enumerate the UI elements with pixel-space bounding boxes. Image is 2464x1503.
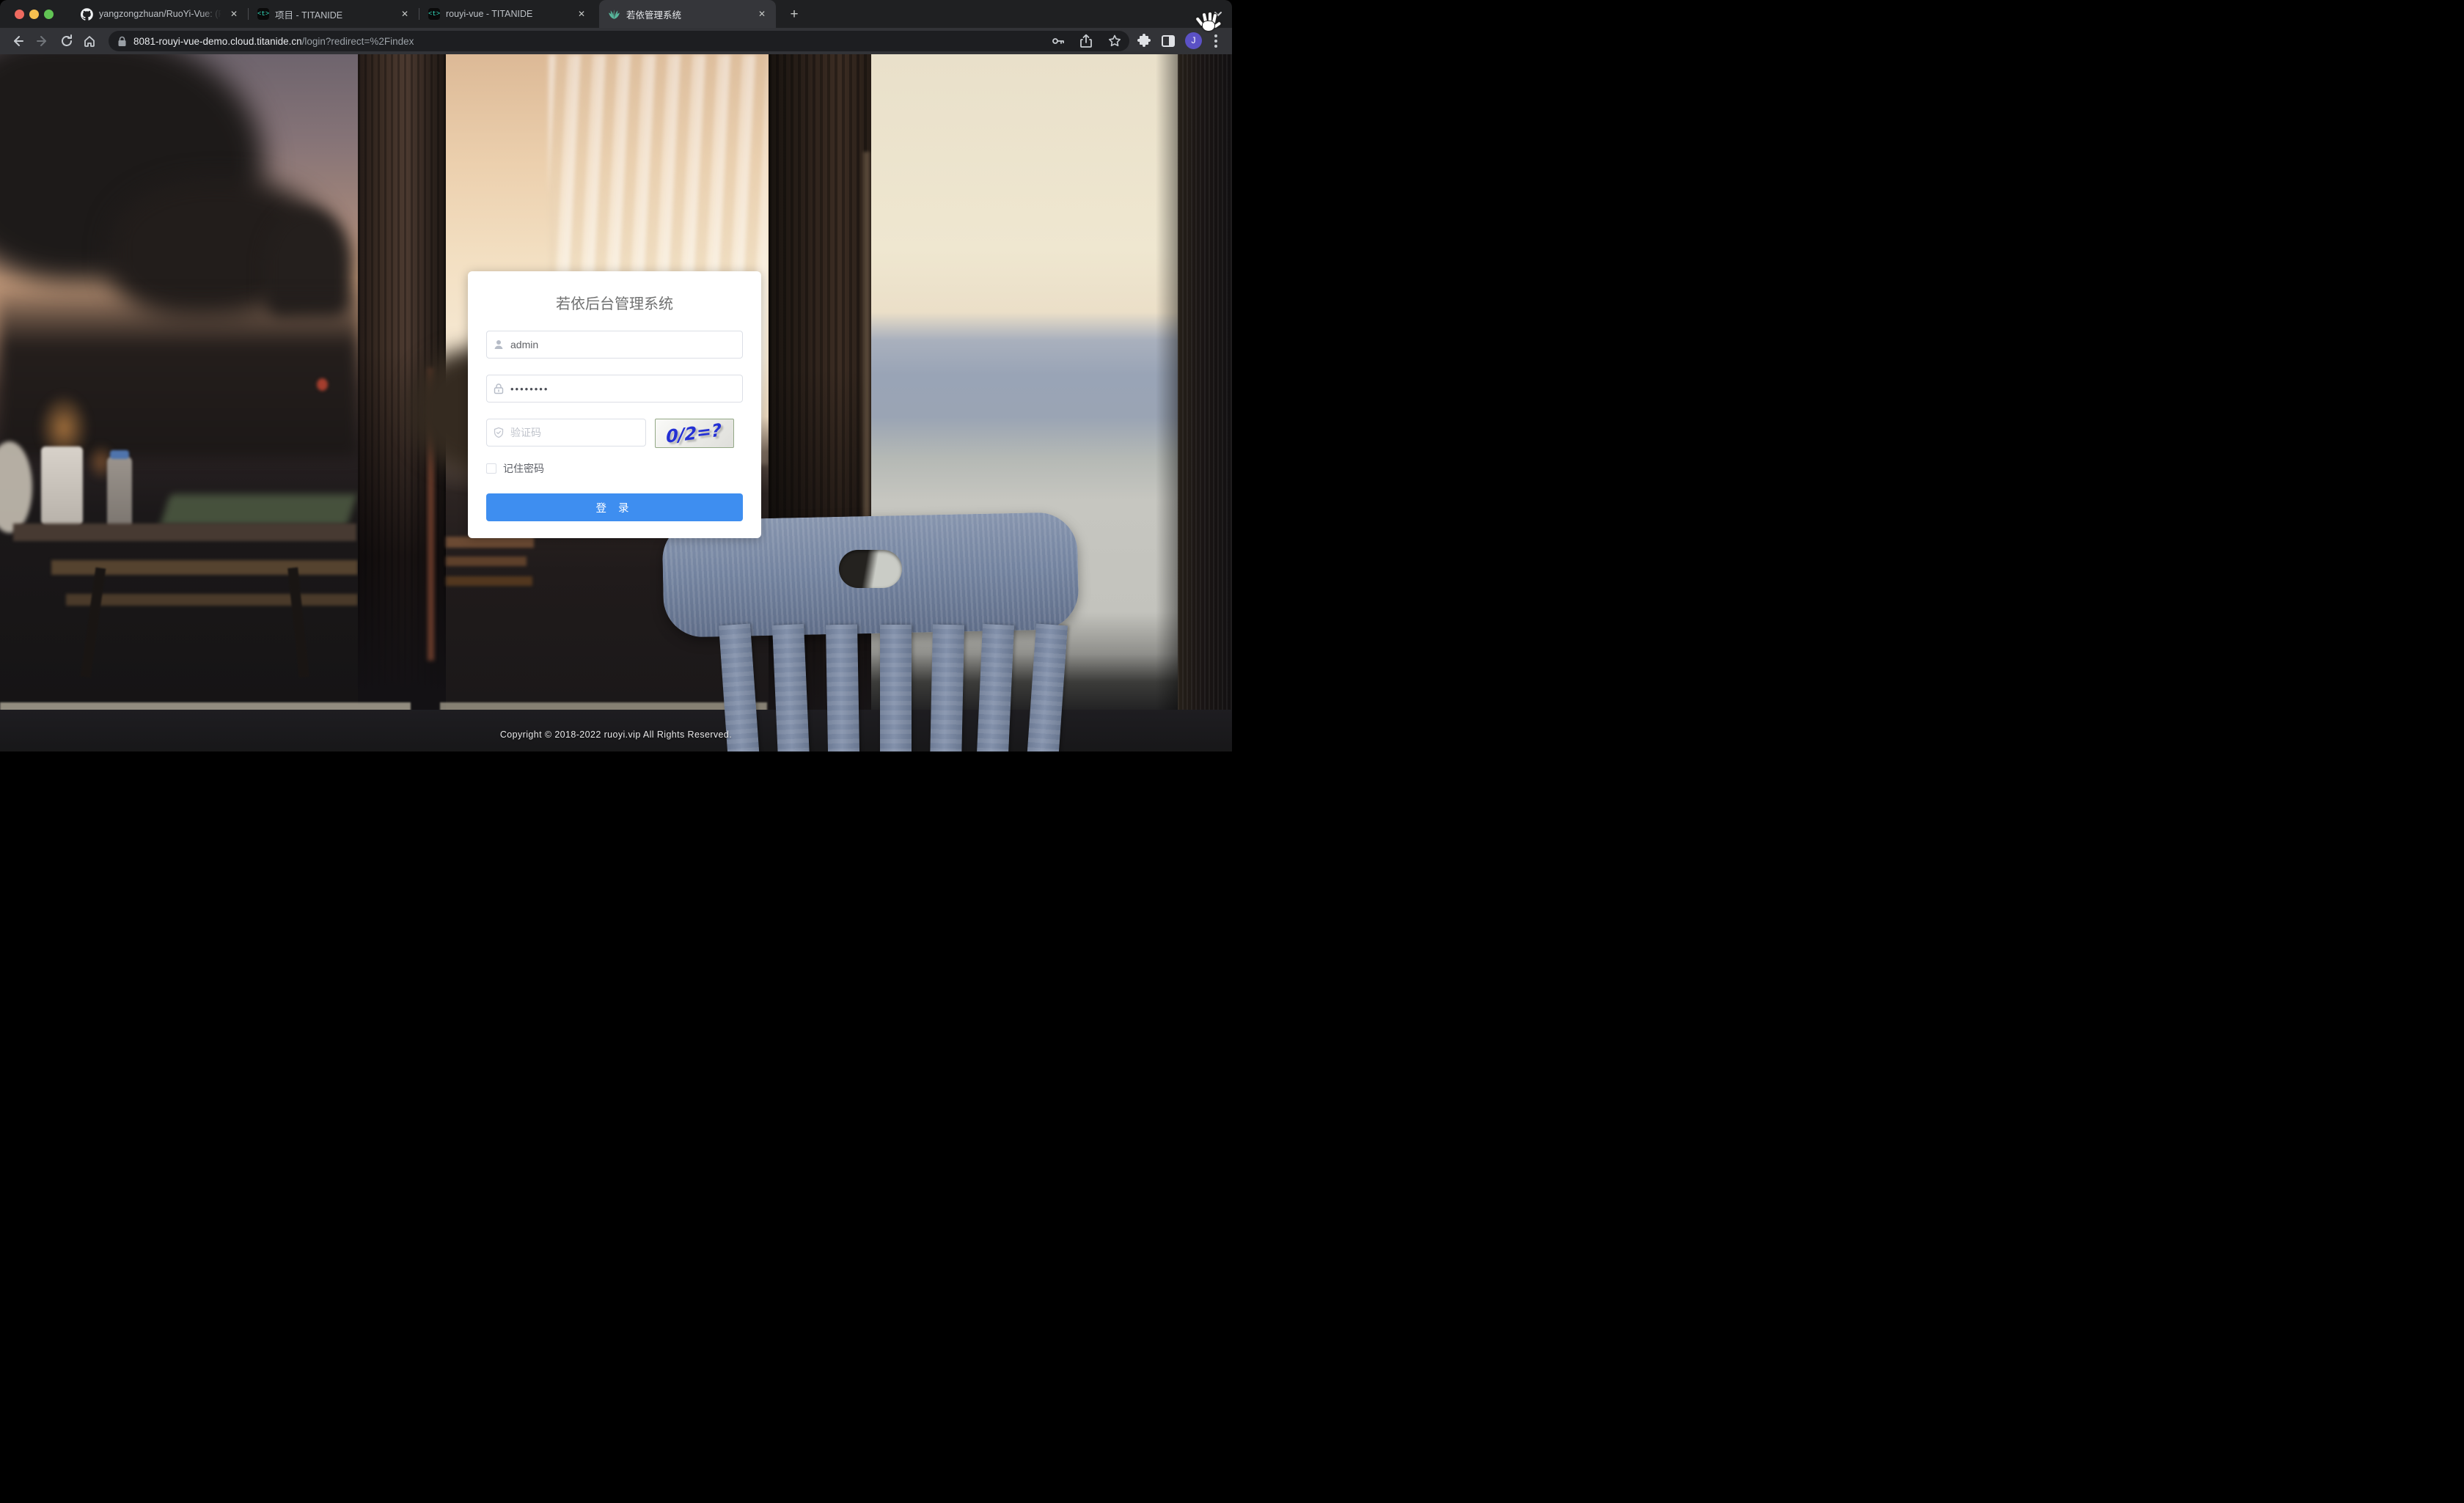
- tab-strip: yangzongzhuan/RuoYi-Vue: (Ru ✕ <t> 项目 - …: [0, 0, 1232, 28]
- login-title: 若依后台管理系统: [486, 292, 743, 313]
- login-card: 若依后台管理系统: [468, 271, 761, 538]
- tab-ruoyi-active[interactable]: 若依管理系统 ✕: [599, 0, 776, 28]
- remember-row: 记住密码: [486, 461, 743, 476]
- hand-cursor: [1195, 11, 1220, 36]
- home-button[interactable]: [81, 32, 98, 50]
- login-button[interactable]: 登 录: [486, 493, 743, 521]
- github-icon: [81, 8, 93, 21]
- url-path: /login?redirect=%2Findex: [302, 36, 414, 47]
- password-input[interactable]: [486, 375, 743, 403]
- tab-close-icon[interactable]: ✕: [755, 7, 769, 21]
- tab-label: yangzongzhuan/RuoYi-Vue: (Ru: [99, 9, 221, 19]
- macos-minimize-button[interactable]: [29, 10, 39, 19]
- map-on-table: [160, 494, 357, 526]
- wood-frame-right: [1178, 54, 1232, 752]
- captcha-field-wrap: [486, 419, 646, 447]
- url-host: 8081-rouyi-vue-demo.cloud.titanide.cn: [133, 36, 302, 47]
- tab-close-icon[interactable]: ✕: [575, 7, 588, 21]
- copyright-footer: Copyright © 2018-2022 ruoyi.vip All Righ…: [0, 730, 1232, 740]
- remember-label: 记住密码: [503, 461, 544, 476]
- captcha-row: 0/2=? 0/2=?: [486, 419, 743, 448]
- password-key-icon[interactable]: [1050, 34, 1065, 48]
- wooden-chair: [660, 515, 1085, 752]
- shield-check-icon: [493, 427, 505, 438]
- bottle: [107, 456, 132, 529]
- bench-slat: [446, 556, 527, 566]
- tab-github[interactable]: yangzongzhuan/RuoYi-Vue: (Ru ✕: [72, 0, 248, 28]
- forward-button[interactable]: [34, 32, 51, 50]
- password-field-wrap: [486, 375, 743, 403]
- tab-close-icon[interactable]: ✕: [227, 7, 241, 21]
- new-tab-button[interactable]: +: [785, 5, 804, 24]
- ruoyi-leaf-icon: [608, 8, 620, 21]
- lock-icon: [117, 36, 127, 47]
- tab-rouyi-vue[interactable]: <t> rouyi-vue - TITANIDE ✕: [419, 0, 599, 28]
- extensions-puzzle-icon[interactable]: [1137, 34, 1151, 48]
- address-bar[interactable]: 8081-rouyi-vue-demo.cloud.titanide.cn/lo…: [109, 31, 1129, 51]
- tab-label: rouyi-vue - TITANIDE: [446, 9, 569, 19]
- browser-menu-kebab-icon[interactable]: [1212, 40, 1220, 43]
- username-field-wrap: [486, 331, 743, 359]
- reload-button[interactable]: [58, 32, 76, 50]
- username-input[interactable]: [486, 331, 743, 359]
- user-icon: [493, 339, 505, 350]
- share-icon[interactable]: [1079, 34, 1093, 48]
- chair-handle-hole: [839, 550, 902, 588]
- bench-slat: [446, 576, 532, 586]
- table-top: [13, 523, 356, 541]
- back-button[interactable]: [9, 32, 26, 50]
- bookmark-star-icon[interactable]: [1107, 34, 1122, 48]
- remember-checkbox[interactable]: [486, 463, 496, 474]
- titanide-icon: <t>: [257, 8, 269, 20]
- red-reflection-dot: [317, 378, 328, 391]
- bench-seat: [66, 594, 358, 606]
- bench-slat: [446, 537, 534, 548]
- browser-toolbar: 8081-rouyi-vue-demo.cloud.titanide.cn/lo…: [0, 28, 1232, 54]
- tab-label: 若依管理系统: [626, 7, 749, 21]
- captcha-input[interactable]: [486, 419, 646, 447]
- tab-close-icon[interactable]: ✕: [398, 7, 411, 21]
- lock-icon: [493, 383, 505, 394]
- captcha-image[interactable]: 0/2=? 0/2=?: [655, 419, 734, 448]
- titanide-icon: <t>: [428, 8, 440, 20]
- tab-label: 项目 - TITANIDE: [275, 7, 392, 21]
- macos-close-button[interactable]: [15, 10, 24, 19]
- paper-cup: [41, 447, 83, 527]
- tab-titanide-project[interactable]: <t> 项目 - TITANIDE ✕: [249, 0, 419, 28]
- browser-window: yangzongzhuan/RuoYi-Vue: (Ru ✕ <t> 项目 - …: [0, 0, 1232, 752]
- macos-zoom-button[interactable]: [44, 10, 54, 19]
- side-panel-icon[interactable]: [1162, 35, 1175, 47]
